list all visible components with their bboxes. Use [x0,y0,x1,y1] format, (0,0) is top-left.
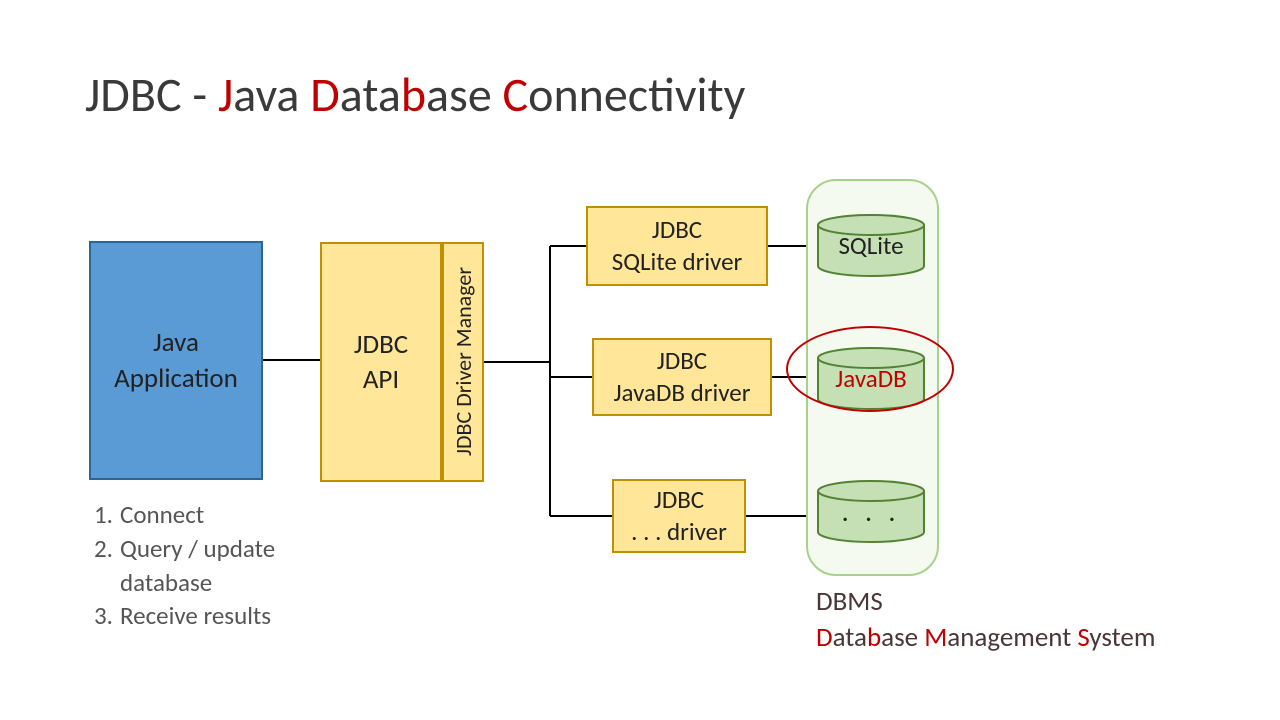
title-ata: ata [340,65,401,124]
step-3-text: Receive results [120,599,271,633]
drv3-line2: . . . driver [631,516,727,547]
step-1-num: 1. [94,498,120,532]
db-other: . . . [816,479,926,544]
step-3-num: 3. [94,599,120,633]
step-2-num: 2. [94,532,120,566]
title-b: b [401,65,426,124]
jdbc-api-line2: API [363,363,399,396]
java-application-box: Java Application [89,241,263,480]
jdbc-api-line1: JDBC [354,328,408,361]
java-app-line1: Java [153,326,199,359]
drv2-line1: JDBC [657,345,707,376]
javadb-highlight-ellipse [786,326,954,412]
title-onn: onnectivity [528,65,745,124]
dbms-ase: ase [881,621,924,654]
drv1-line2: SQLite driver [612,246,743,277]
step-1-text: Connect [120,498,204,532]
page-title: JDBC - Java Database Connectivity [85,65,745,124]
dbms-anagement: anagement [947,621,1077,654]
steps-list: 1. Connect 2. Query / update database 3.… [94,498,275,633]
title-j: J [218,65,233,124]
dbms-d: D [816,621,833,654]
drv2-line2: JavaDB driver [614,377,751,408]
java-app-line2: Application [114,362,238,395]
dbms-label: DBMS Database Management System [816,584,1155,657]
jdbc-api-box: JDBC API [320,242,442,482]
dbms-m: M [924,621,947,654]
driver-manager-label: JDBC Driver Manager [450,267,477,456]
db-other-label: . . . [842,494,901,529]
jdbc-sqlite-driver-box: JDBC SQLite driver [586,206,768,286]
title-c: C [503,65,529,124]
jdbc-other-driver-box: JDBC . . . driver [612,479,746,553]
db-sqlite: SQLite [816,213,926,278]
title-prefix: JDBC - [85,65,218,124]
dbms-line1: DBMS [816,585,883,618]
db-sqlite-label: SQLite [838,230,903,261]
dbms-s: S [1077,621,1089,654]
step-1: 1. Connect [94,498,275,532]
step-2-text: Query / update [120,532,275,566]
drv1-line1: JDBC [652,214,702,245]
title-d: D [310,65,340,124]
drv3-line1: JDBC [654,484,704,515]
step-2: 2. Query / update [94,532,275,566]
dbms-ata: ata [833,621,867,654]
dbms-b: b [867,621,881,654]
step-2-cont: database [94,566,275,600]
title-ase: ase [426,65,503,124]
jdbc-driver-manager-box: JDBC Driver Manager [442,242,484,482]
step-2-text2: database [120,566,212,600]
step-3: 3. Receive results [94,599,275,633]
jdbc-javadb-driver-box: JDBC JavaDB driver [592,338,772,416]
dbms-ystem: ystem [1089,621,1155,654]
title-ava: ava [233,65,310,124]
